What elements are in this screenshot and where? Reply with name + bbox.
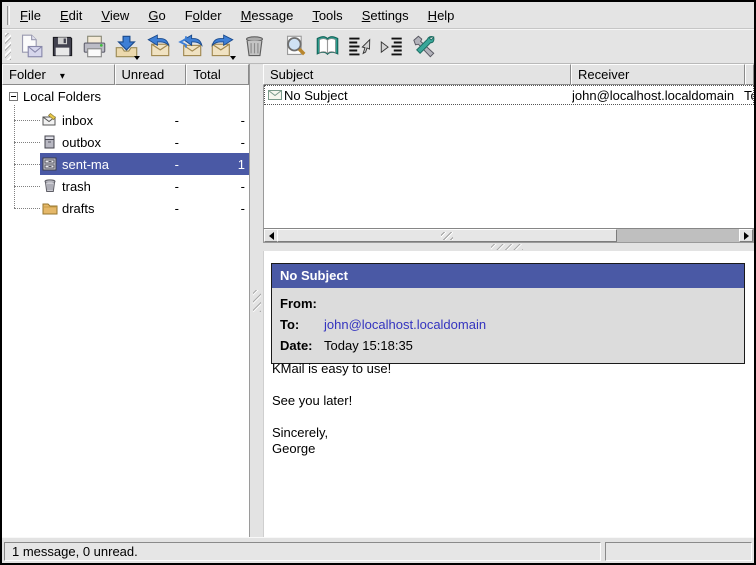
trash-folder-icon: [42, 178, 58, 194]
message-header-fields: From: To: john@localhost.localdomain Dat…: [272, 288, 744, 363]
trash-icon: [242, 34, 267, 59]
splitter-grip-icon: [491, 244, 523, 250]
menu-go[interactable]: Go: [139, 3, 174, 28]
to-row: To: john@localhost.localdomain: [272, 314, 744, 335]
reading-pane: No Subject From: To: john@localhost.loca…: [263, 251, 754, 537]
scroll-right-button[interactable]: [739, 229, 753, 242]
apply-filters-icon: [379, 34, 404, 59]
column-header-receiver[interactable]: Receiver: [571, 64, 745, 85]
tree-branch-line: [14, 120, 40, 121]
message-row[interactable]: No Subject john@localhost.localdomain To…: [264, 85, 754, 105]
dropdown-arrow-icon: [134, 56, 140, 60]
trash-button[interactable]: [239, 32, 269, 62]
column-header-total[interactable]: Total: [186, 64, 249, 85]
reply-all-button[interactable]: [175, 32, 205, 62]
sent-mail-icon: [42, 156, 58, 172]
horizontal-scrollbar[interactable]: [263, 228, 754, 243]
column-header-subject[interactable]: Subject: [263, 64, 571, 85]
folder-tree: Local Folders inbox - - outbox - -: [2, 85, 249, 537]
dropdown-arrow-icon: [230, 56, 236, 60]
menu-help[interactable]: Help: [419, 3, 464, 28]
new-message-icon: [18, 34, 43, 59]
drafts-icon: [42, 200, 58, 216]
menu-tools[interactable]: Tools: [303, 3, 351, 28]
toolbar-grip-handle[interactable]: [5, 33, 11, 60]
menubar-grip-handle[interactable]: [7, 6, 10, 25]
tools-icon: [411, 34, 436, 59]
message-subject-title: No Subject: [272, 264, 744, 288]
address-book-button[interactable]: [312, 32, 342, 62]
main-toolbar: [2, 29, 754, 64]
menu-message[interactable]: Message: [232, 3, 303, 28]
menu-settings[interactable]: Settings: [353, 3, 418, 28]
reply-button[interactable]: [143, 32, 173, 62]
menu-view[interactable]: View: [92, 3, 138, 28]
main-area: Folder▾ Unread Total Local Folders inbox…: [2, 64, 754, 537]
new-message-button[interactable]: [15, 32, 45, 62]
folder-row-inbox[interactable]: inbox - -: [2, 109, 249, 131]
date-value: Today 15:18:35: [324, 338, 413, 353]
create-filter-icon: [347, 34, 372, 59]
outbox-icon: [42, 134, 58, 150]
column-header-unread[interactable]: Unread: [115, 64, 187, 85]
column-header-folder[interactable]: Folder▾: [2, 64, 115, 85]
folder-list-header: Folder▾ Unread Total: [2, 64, 249, 85]
inbox-icon: [42, 112, 58, 128]
arrow-left-icon: [269, 232, 274, 240]
find-messages-icon: [283, 34, 308, 59]
reply-all-icon: [178, 34, 203, 59]
to-address-link[interactable]: john@localhost.localdomain: [324, 317, 486, 332]
folder-panel: Folder▾ Unread Total Local Folders inbox…: [2, 64, 250, 537]
tree-branch-line: [14, 164, 40, 165]
save-button[interactable]: [47, 32, 77, 62]
folder-row-sent-ma[interactable]: sent-ma - 1: [2, 153, 249, 175]
folder-row-local-folders[interactable]: Local Folders: [2, 87, 249, 107]
status-bar: 1 message, 0 unread.: [2, 537, 754, 563]
reply-icon: [146, 34, 171, 59]
menu-file[interactable]: File: [11, 3, 50, 28]
message-region: Subject Receiver Date No Subject john@lo…: [263, 64, 754, 537]
collapse-expander-icon[interactable]: [9, 92, 18, 101]
save-icon: [50, 34, 75, 59]
address-book-icon: [315, 34, 340, 59]
message-list-header: Subject Receiver Date: [263, 64, 754, 85]
folder-row-trash[interactable]: trash - -: [2, 175, 249, 197]
column-header-date[interactable]: Date: [745, 64, 754, 85]
print-icon: [82, 34, 107, 59]
date-row: Date: Today 15:18:35: [272, 335, 744, 356]
forward-button[interactable]: [207, 32, 237, 62]
tree-branch-line: [14, 186, 40, 187]
print-button[interactable]: [79, 32, 109, 62]
kmail-window: File Edit View Go Folder Message Tools S…: [0, 0, 756, 565]
scrollbar-thumb[interactable]: [277, 229, 617, 242]
status-right-panel: [605, 542, 752, 561]
message-body: KMail is easy to use! See you later! Sin…: [272, 361, 744, 457]
tree-branch-line: [14, 142, 40, 143]
root-folder-label: Local Folders: [23, 89, 101, 104]
create-filter-button[interactable]: [344, 32, 374, 62]
folder-row-drafts[interactable]: drafts - -: [2, 197, 249, 219]
vertical-splitter[interactable]: [251, 64, 263, 537]
find-messages-button[interactable]: [280, 32, 310, 62]
message-envelope-icon: [268, 90, 282, 100]
menu-bar: File Edit View Go Folder Message Tools S…: [2, 2, 754, 29]
sort-descending-icon: ▾: [60, 71, 65, 82]
scroll-left-button[interactable]: [264, 229, 278, 242]
from-row: From:: [272, 293, 744, 314]
status-message-panel: 1 message, 0 unread.: [4, 542, 601, 561]
message-header-box: No Subject From: To: john@localhost.loca…: [271, 263, 745, 364]
folder-row-outbox[interactable]: outbox - -: [2, 131, 249, 153]
check-mail-button[interactable]: [111, 32, 141, 62]
menu-edit[interactable]: Edit: [51, 3, 91, 28]
horizontal-splitter[interactable]: [263, 243, 754, 251]
apply-filters-button[interactable]: [376, 32, 406, 62]
message-list: No Subject john@localhost.localdomain To…: [263, 85, 754, 228]
tree-branch-line: [14, 208, 40, 209]
tools-button[interactable]: [408, 32, 438, 62]
arrow-right-icon: [744, 232, 749, 240]
splitter-grip-icon: [253, 290, 261, 312]
menu-folder[interactable]: Folder: [176, 3, 231, 28]
